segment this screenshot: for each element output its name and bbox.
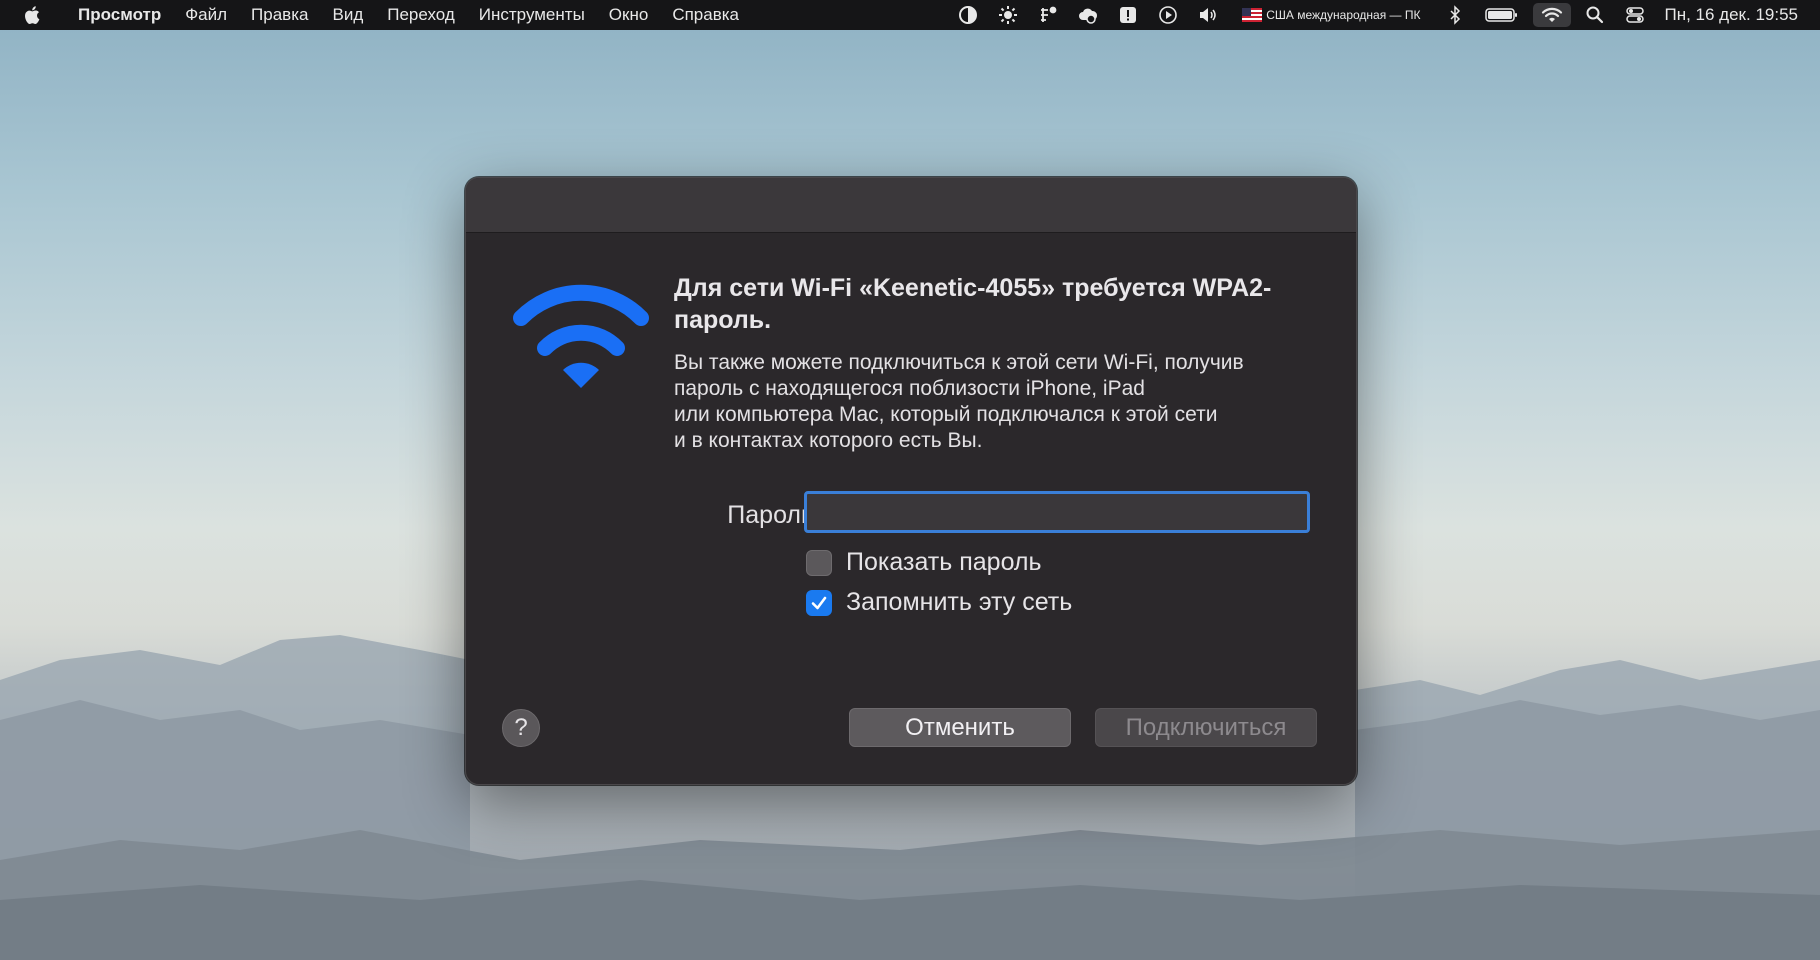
dialog-description: Вы также можете подключиться к этой сети… (674, 350, 1324, 454)
remember-network-checkbox[interactable] (806, 589, 832, 616)
password-input[interactable] (804, 491, 1310, 533)
cancel-button[interactable]: Отменить (849, 708, 1071, 747)
wifi-icon (513, 284, 649, 388)
battery-icon[interactable] (1484, 5, 1519, 25)
menu-app-name[interactable]: Просмотр (66, 5, 173, 25)
connect-button[interactable]: Подключиться (1095, 708, 1317, 747)
remember-network-label[interactable]: Запомнить эту сеть (846, 588, 1072, 617)
menu-edit[interactable]: Правка (239, 5, 320, 25)
dialog-titlebar[interactable] (466, 178, 1356, 233)
description-line: пароль с находящегося поблизости iPhone,… (674, 377, 1145, 400)
play-icon[interactable] (1158, 5, 1178, 25)
description-line: и в контактах которого есть Вы. (674, 429, 983, 452)
menu-view[interactable]: Вид (320, 5, 375, 25)
exclamation-icon[interactable] (1118, 5, 1138, 25)
menu-file[interactable]: Файл (173, 5, 239, 25)
menu-help[interactable]: Справка (660, 5, 751, 25)
menu-tools[interactable]: Инструменты (467, 5, 597, 25)
search-icon[interactable] (1585, 5, 1605, 25)
keyboard-layout-label: США международная — ПК (1266, 8, 1421, 22)
half-circle-icon[interactable] (958, 5, 978, 25)
menu-bar: Просмотр Файл Правка Вид Переход Инструм… (0, 0, 1820, 30)
dialog-headline: Для сети Wi-Fi «Keenetic-4055» требуется… (674, 274, 1272, 334)
control-center-icon[interactable] (1625, 5, 1645, 25)
show-password-checkbox[interactable] (806, 549, 832, 576)
description-line: или компьютера Mac, который подключался … (674, 403, 1218, 426)
grid-shortcut-icon[interactable] (1038, 5, 1058, 25)
menu-window[interactable]: Окно (597, 5, 661, 25)
us-flag-icon (1242, 8, 1263, 22)
password-label: Пароль: (727, 501, 821, 529)
menu-clock[interactable]: Пн, 16 дек. 19:55 (1665, 5, 1799, 25)
apple-logo-icon[interactable] (22, 4, 44, 26)
show-password-option[interactable]: Показать пароль (806, 548, 1042, 577)
checkmark-icon (811, 596, 827, 609)
cloud-sync-icon[interactable] (1078, 5, 1098, 25)
sun-icon[interactable] (998, 5, 1018, 25)
help-button[interactable]: ? (502, 709, 540, 747)
keyboard-layout[interactable]: США международная — ПК (1242, 8, 1421, 22)
menu-go[interactable]: Переход (375, 5, 467, 25)
wifi-password-dialog: Для сети Wi-Fi «Keenetic-4055» требуется… (465, 177, 1357, 785)
wifi-menu-icon[interactable] (1532, 3, 1571, 27)
volume-icon[interactable] (1198, 5, 1218, 25)
remember-network-option[interactable]: Запомнить эту сеть (806, 588, 1072, 617)
bluetooth-icon[interactable] (1445, 5, 1465, 25)
show-password-label[interactable]: Показать пароль (846, 548, 1042, 577)
description-line: Вы также можете подключиться к этой сети… (674, 351, 1244, 374)
